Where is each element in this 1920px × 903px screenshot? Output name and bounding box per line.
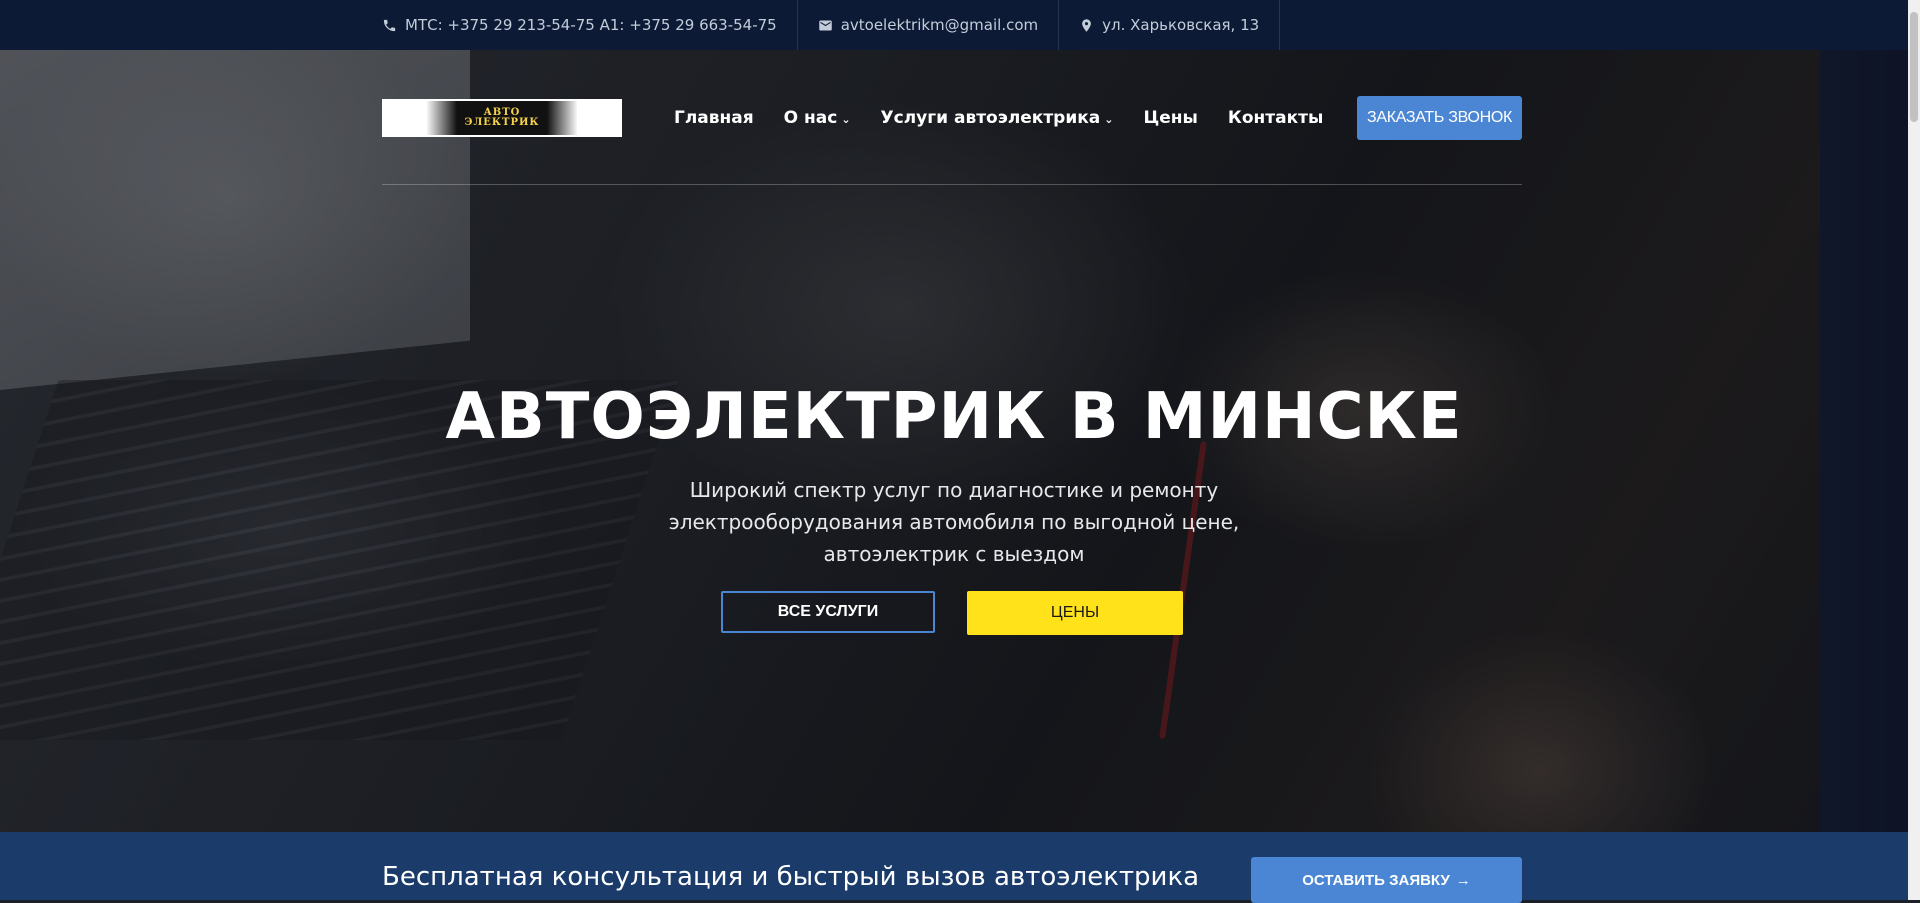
address-info: ул. Харьковская, 13 <box>1059 0 1281 50</box>
page-scrollbar[interactable] <box>1908 0 1920 900</box>
site-logo[interactable]: АВТО ЭЛЕКТРИК <box>382 99 622 137</box>
nav-item-home[interactable]: Главная <box>674 108 754 128</box>
header-divider <box>382 184 1522 185</box>
phone-info[interactable]: МТС: +375 29 213-54-75 А1: +375 29 663-5… <box>382 0 798 50</box>
phone-icon <box>383 19 396 31</box>
address-text: ул. Харьковская, 13 <box>1102 16 1260 34</box>
hero-subtitle: Широкий спектр услуг по диагностике и ре… <box>668 478 1240 566</box>
hero-title: АВТОЭЛЕКТРИК В МИНСКЕ <box>445 380 1463 454</box>
chevron-down-icon: ⌄ <box>1104 113 1114 126</box>
main-nav: Главная О нас ⌄ Услуги автоэлектрика ⌄ Цен… <box>674 99 1323 137</box>
arrow-right-icon: → <box>1455 871 1471 889</box>
leave-request-label: ОСТАВИТЬ ЗАЯВКУ <box>1302 871 1450 889</box>
order-call-button[interactable]: ЗАКАЗАТЬ ЗВОНОК <box>1357 96 1522 140</box>
consultation-text: Бесплатная консультация и быстрый вызов … <box>382 862 1200 892</box>
phone-text: МТС: +375 29 213-54-75 А1: +375 29 663-5… <box>405 16 777 34</box>
nav-item-about[interactable]: О нас ⌄ <box>784 108 851 128</box>
email-info[interactable]: avtoelektrikm@gmail.com <box>798 0 1060 50</box>
chevron-down-icon: ⌄ <box>841 113 851 126</box>
prices-button[interactable]: ЦЕНЫ <box>967 591 1183 635</box>
nav-item-contacts[interactable]: Контакты <box>1228 108 1323 128</box>
scrollbar-thumb[interactable] <box>1910 12 1918 122</box>
logo-mark: АВТО ЭЛЕКТРИК <box>427 101 577 135</box>
map-pin-icon <box>1082 18 1091 32</box>
leave-request-button[interactable]: ОСТАВИТЬ ЗАЯВКУ → <box>1251 857 1522 903</box>
nav-item-services[interactable]: Услуги автоэлектрика ⌄ <box>881 108 1114 128</box>
top-info-bar: МТС: +375 29 213-54-75 А1: +375 29 663-5… <box>0 0 1920 50</box>
email-text: avtoelektrikm@gmail.com <box>840 16 1039 34</box>
all-services-button[interactable]: ВСЕ УСЛУГИ <box>721 591 935 633</box>
mail-icon <box>818 20 832 30</box>
nav-item-prices[interactable]: Цены <box>1144 108 1198 128</box>
